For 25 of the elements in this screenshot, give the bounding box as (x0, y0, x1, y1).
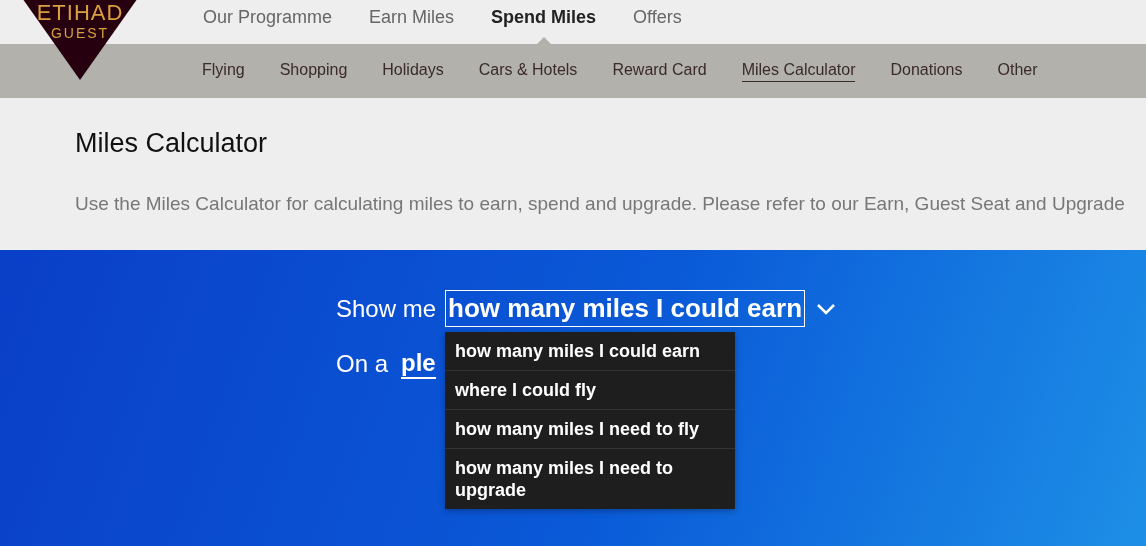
nav-tab[interactable]: Earn Miles (369, 0, 455, 44)
select-field[interactable]: how many miles I could earn (445, 290, 806, 327)
subnav-tab[interactable]: Holidays (382, 60, 444, 82)
chevron-down-icon[interactable] (816, 302, 837, 315)
page-description: Use the Miles Calculator for calculating miles to earn, spend and upgrade. Please refer to our Earn, Guest Seat and Upgrade (75, 193, 1126, 215)
subnav-tab[interactable]: Flying (202, 60, 245, 82)
nav-tab[interactable]: Spend Miles (491, 0, 597, 44)
subnav-tab[interactable]: Other (997, 60, 1038, 82)
logo-text: ETIHAD (36, 2, 124, 24)
on-label: On a (336, 350, 389, 378)
subnav-tab[interactable]: Cars & Hotels (478, 60, 578, 82)
dropdown-option[interactable]: how many miles I need to upgrade (445, 449, 736, 509)
logo-subtext: GUEST (50, 24, 110, 42)
subnav-tab[interactable]: Reward Card (612, 60, 707, 82)
subnav-tab[interactable]: Donations (890, 60, 963, 82)
nav-tab[interactable]: Our Programme (203, 0, 333, 44)
subnav-tab[interactable]: Shopping (279, 60, 348, 82)
dropdown-option[interactable]: how many miles I could earn (445, 332, 736, 371)
show-label: Show me (336, 294, 437, 323)
dropdown-option[interactable]: how many miles I need to fly (445, 410, 736, 449)
subnav-tab[interactable]: Miles Calculator (741, 60, 856, 82)
select-field[interactable]: ple (401, 349, 436, 379)
nav-tab[interactable]: Offers (633, 0, 682, 44)
dropdown-option[interactable]: where I could fly (445, 371, 736, 410)
page-title: Miles Calculator (75, 127, 269, 159)
